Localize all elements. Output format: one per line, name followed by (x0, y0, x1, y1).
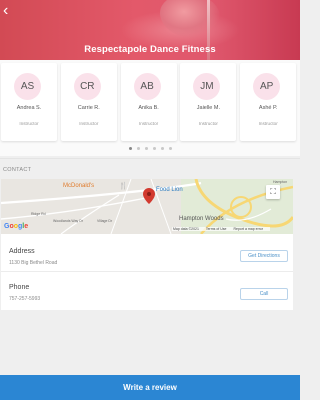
fullscreen-icon: ⛶ (270, 187, 276, 196)
instructor-card[interactable]: AS Andrea S. Instructor (1, 63, 57, 141)
avatar: JM (193, 73, 221, 100)
chevron-left-icon: ‹ (3, 2, 9, 19)
write-review-button[interactable]: Write a review (0, 375, 300, 400)
instructor-track: AS Andrea S. Instructor CR Carrie R. Instruct… (1, 63, 300, 141)
map-data-text: Map data ©2021 (173, 227, 199, 231)
instructor-name: Ashé P. (258, 105, 278, 111)
phone-row: Phone 757-257-5993 Call (1, 272, 293, 310)
hero-banner: ‹ Respectapole Dance Fitness (0, 0, 300, 60)
address-value: 1130 Big Bethel Road (9, 260, 58, 266)
pager-dot[interactable] (144, 147, 148, 150)
pager-dot[interactable] (152, 147, 156, 150)
call-button[interactable]: Call (240, 288, 288, 300)
map-street-label: Village Dr (97, 219, 113, 223)
instructor-role: Instructor (139, 121, 159, 126)
instructor-card[interactable]: AP Ashé P. Instructor (240, 63, 297, 141)
map-street-label: Hampton (273, 180, 288, 184)
address-label: Address (9, 248, 35, 255)
pager-dot[interactable] (160, 147, 164, 150)
get-directions-button[interactable]: Get Directions (240, 250, 288, 262)
fork-knife-icon: 🍴 (119, 183, 128, 190)
map-view[interactable]: McDonald's 🍴 Food Lion Hampton Woods Rid… (1, 179, 293, 234)
app-screen: ‹ Respectapole Dance Fitness AS Andrea S.… (0, 0, 300, 400)
instructor-name: Carrie R. (77, 105, 100, 111)
instructor-role: Instructor (258, 121, 278, 126)
map-place-mcdonalds: McDonald's (63, 183, 95, 189)
instructor-carousel[interactable]: AS Andrea S. Instructor CR Carrie R. Instruct… (0, 60, 300, 156)
map-place-hampton-woods: Hampton Woods (179, 216, 224, 222)
map-fullscreen-button[interactable]: ⛶ (266, 185, 280, 199)
address-row: Address 1130 Big Bethel Road Get Directi… (1, 234, 293, 271)
avatar: AP (253, 73, 281, 100)
map-street-label: Woodlands Way Dr (53, 219, 83, 223)
phone-value: 757-257-5993 (9, 296, 41, 302)
map-pin-icon[interactable] (143, 188, 155, 204)
instructor-role: Instructor (198, 121, 218, 126)
pager-dot[interactable] (168, 147, 172, 150)
instructor-name: Anika B. (138, 105, 159, 111)
instructor-role: Instructor (79, 121, 99, 126)
contact-card: Address 1130 Big Bethel Road Get Directi… (1, 234, 293, 310)
instructor-name: Jaielle M. (196, 105, 220, 111)
phone-label: Phone (9, 284, 30, 291)
instructor-card[interactable]: AB Anika B. Instructor (120, 63, 177, 141)
avatar: CR (73, 73, 101, 100)
pager-dot[interactable] (136, 147, 140, 150)
studio-title: Respectapole Dance Fitness (84, 44, 216, 55)
carousel-pager (0, 147, 300, 150)
map-report-link[interactable]: Report a map error (233, 227, 263, 231)
back-button[interactable]: ‹ (3, 3, 21, 21)
avatar: AS (14, 73, 41, 100)
map-street-label: Ridge Rd (31, 212, 46, 216)
instructor-card[interactable]: JM Jaielle M. Instructor (180, 63, 237, 141)
avatar: AB (133, 73, 161, 100)
contact-heading: CONTACT (3, 167, 32, 173)
pager-dot[interactable] (128, 147, 132, 150)
instructor-card[interactable]: CR Carrie R. Instructor (60, 63, 117, 141)
map-place-food-lion: Food Lion (156, 187, 183, 193)
section-divider (0, 158, 300, 159)
google-logo: Google (4, 223, 29, 230)
instructor-role: Instructor (19, 121, 39, 126)
map-terms-link[interactable]: Terms of Use (206, 227, 227, 231)
instructor-name: Andrea S. (16, 105, 42, 111)
map-attribution: Map data ©2021 Terms of Use Report a map… (172, 227, 271, 231)
